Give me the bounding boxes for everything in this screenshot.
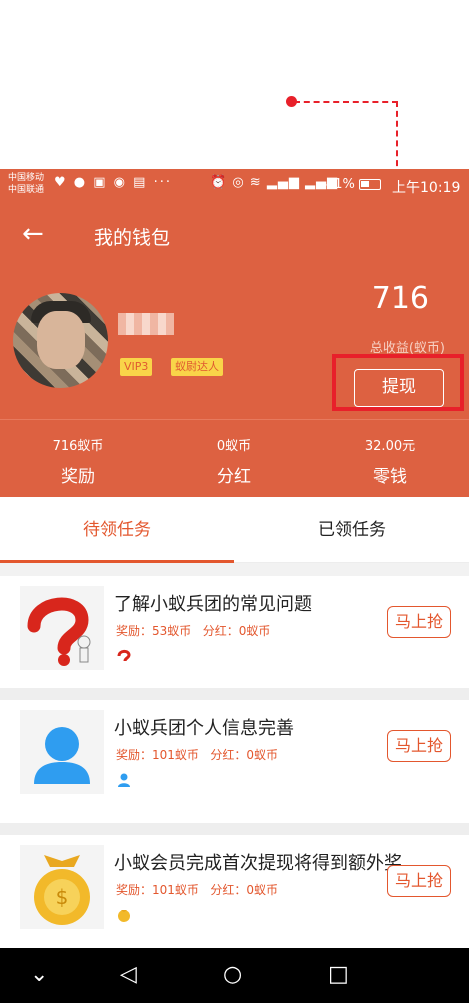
task-reward: 奖励：53蚁币 分红：0蚁币 (116, 624, 271, 638)
grab-button[interactable]: 马上抢 (387, 606, 451, 638)
task-item[interactable]: $ 小蚁会员完成首次提现将得到额外奖 奖励：101蚁币 分红：0蚁币 马上抢 (0, 835, 469, 948)
task-title: 小蚁会员完成首次提现将得到额外奖 (114, 853, 402, 874)
wallet-screen: 中国移动 中国联通 ♥ ● ▣ ◉ ▤ ··· ⏰ ◎ ≋ ▂▄▆ ▂▄▆ 41… (0, 0, 469, 1003)
stats-bar: 716蚁币 奖励 0蚁币 分红 32.00元 零钱 (0, 419, 469, 497)
system-status-icons: ⏰ ◎ ≋ ▂▄▆ ▂▄▆ (210, 175, 338, 190)
level-badge: 蚁尉达人 (171, 358, 223, 376)
svg-text:$: $ (56, 885, 69, 909)
arrow-left-icon[interactable]: ← (22, 219, 44, 249)
page-title: 我的钱包 (94, 227, 171, 249)
vip-badge: VIP3 (120, 358, 153, 376)
top-nav: ← 我的钱包 (0, 211, 469, 259)
grab-button[interactable]: 马上抢 (387, 865, 451, 897)
battery-indicator: 41% (326, 177, 382, 192)
divider (0, 563, 469, 576)
user-icon (118, 773, 130, 787)
user-icon (20, 710, 104, 794)
recents-square-icon[interactable]: □ (328, 962, 349, 988)
stat-dividend[interactable]: 0蚁币 分红 (156, 420, 312, 487)
tab-pending-tasks[interactable]: 待领任务 (0, 497, 234, 563)
status-bar: 中国移动 中国联通 ♥ ● ▣ ◉ ▤ ··· ⏰ ◎ ≋ ▂▄▆ ▂▄▆ 41… (0, 169, 469, 201)
task-item[interactable]: 了解小蚁兵团的常见问题 奖励：53蚁币 分红：0蚁币 马上抢 (0, 576, 469, 692)
grab-button[interactable]: 马上抢 (387, 730, 451, 762)
question-mark-icon (20, 586, 104, 670)
money-bag-icon: $ (20, 845, 104, 929)
username-blurred (118, 313, 174, 335)
battery-icon (359, 179, 382, 190)
task-reward: 奖励：101蚁币 分红：0蚁币 (116, 883, 278, 897)
task-reward: 奖励：101蚁币 分红：0蚁币 (116, 748, 278, 762)
divider (0, 823, 469, 835)
task-tabs: 待领任务 已领任务 (0, 497, 469, 563)
question-mark-icon (117, 649, 131, 662)
stat-change[interactable]: 32.00元 零钱 (312, 420, 468, 487)
system-navigation-bar: ⌄ ◁ ○ □ (0, 948, 469, 1003)
annotation-highlight-box (332, 354, 464, 411)
task-title: 了解小蚁兵团的常见问题 (114, 594, 312, 615)
task-title: 小蚁兵团个人信息完善 (114, 718, 294, 739)
divider (0, 688, 469, 700)
annotation-line-horizontal (294, 101, 398, 103)
chevron-down-icon[interactable]: ⌄ (30, 962, 48, 988)
carrier-info: 中国移动 中国联通 (8, 173, 45, 195)
stat-reward[interactable]: 716蚁币 奖励 (0, 420, 156, 487)
home-circle-icon[interactable]: ○ (223, 962, 242, 988)
notification-icons: ♥ ● ▣ ◉ ▤ ··· (54, 175, 172, 190)
clock: 上午10:19 (392, 180, 461, 196)
money-bag-icon (118, 910, 130, 922)
tab-claimed-tasks[interactable]: 已领任务 (235, 497, 469, 563)
avatar[interactable] (13, 293, 108, 388)
task-item[interactable]: 小蚁兵团个人信息完善 奖励：101蚁币 分红：0蚁币 马上抢 (0, 700, 469, 816)
back-triangle-icon[interactable]: ◁ (120, 962, 137, 988)
total-balance: 716 (371, 281, 429, 316)
